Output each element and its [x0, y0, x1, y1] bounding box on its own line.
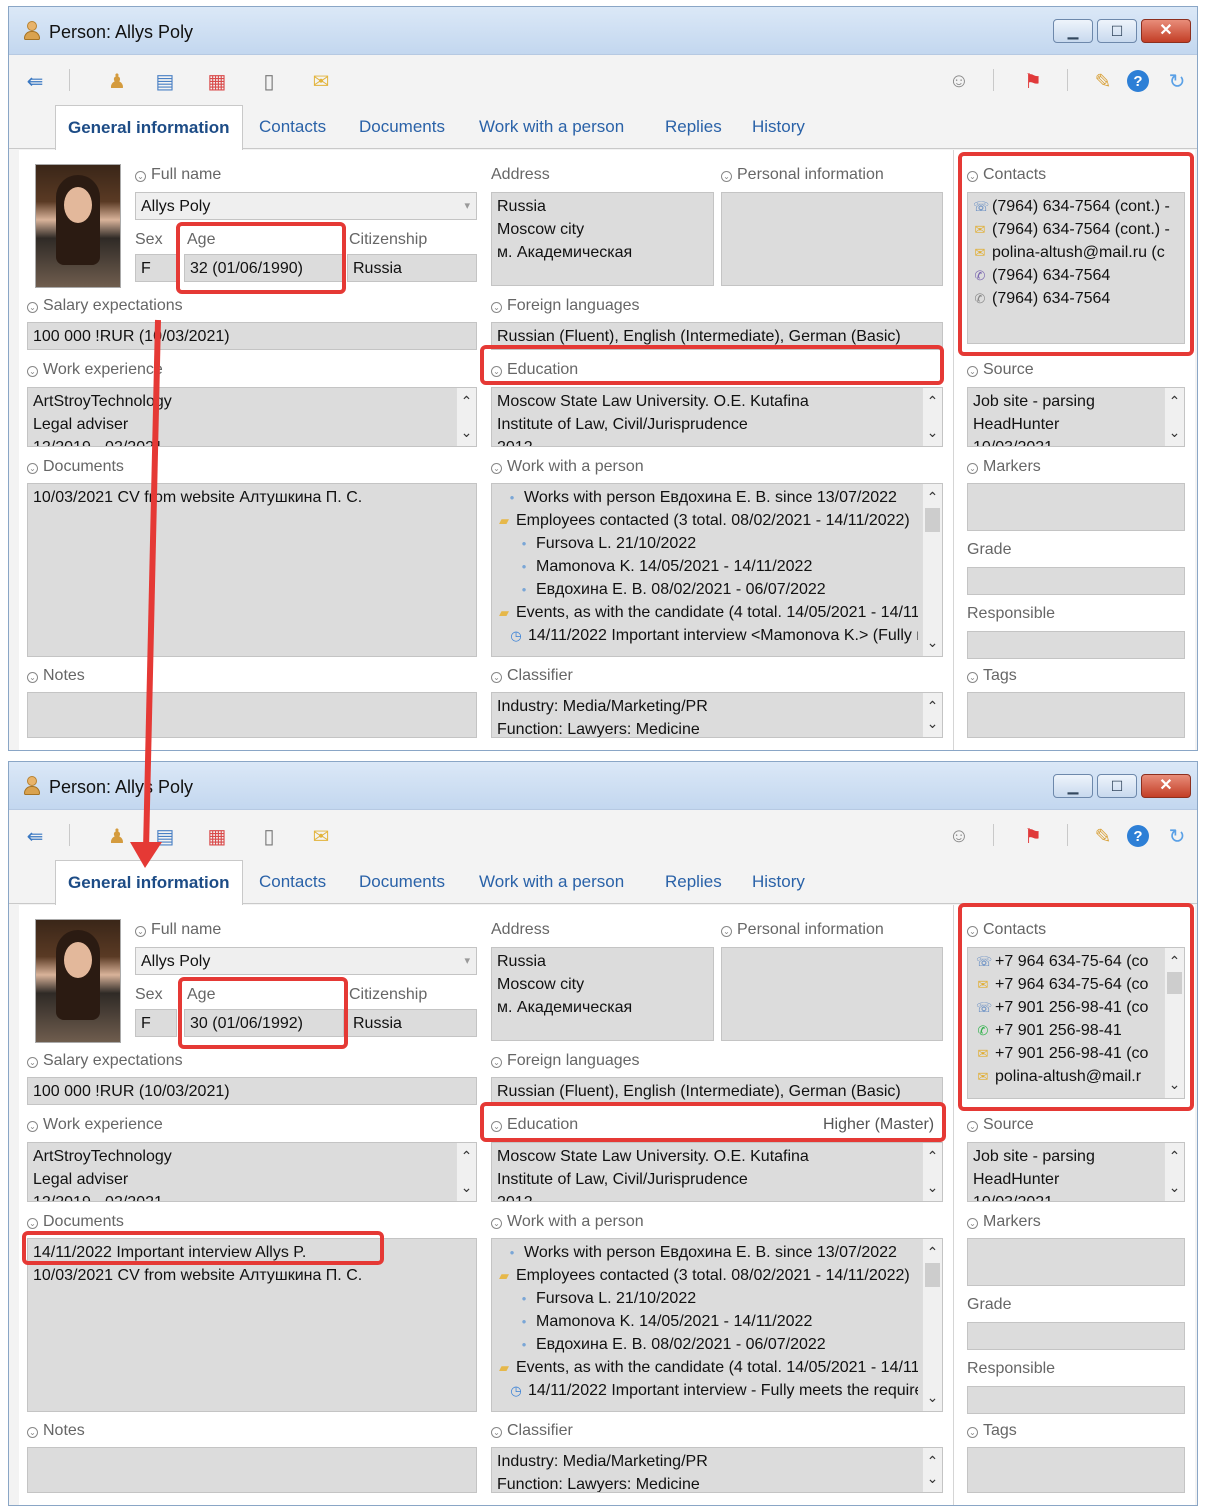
transition-arrow-icon — [130, 319, 162, 868]
